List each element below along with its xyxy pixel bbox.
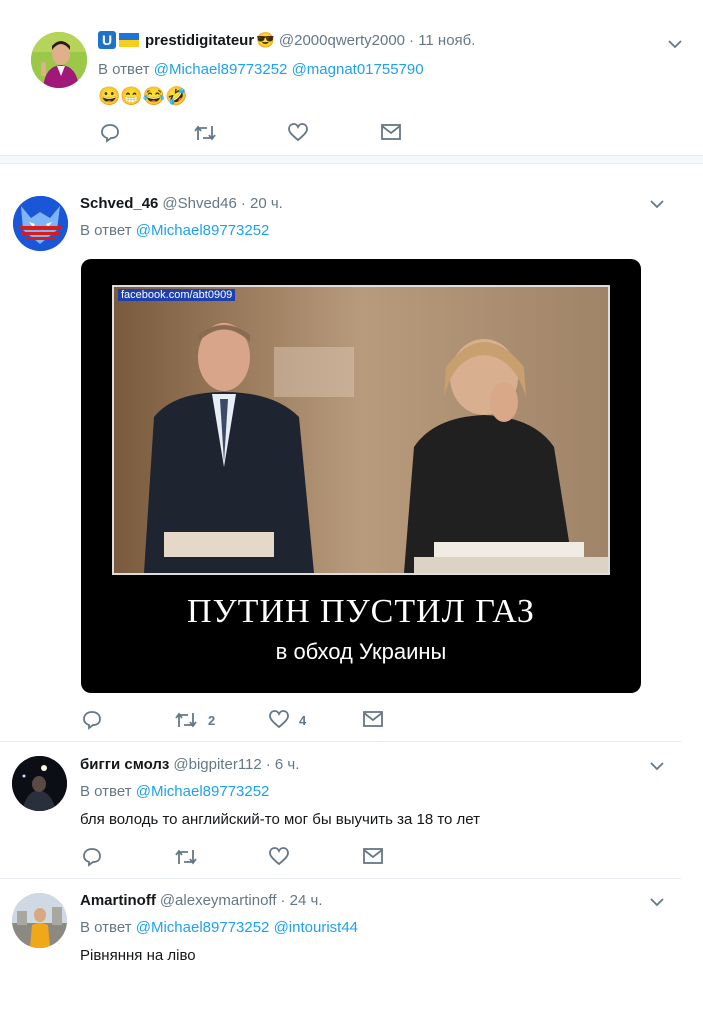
tweet[interactable]: Amartinoff @alexeymartinoff · 24 ч. В от… xyxy=(0,879,703,1027)
retweet-count: 2 xyxy=(208,712,216,728)
timestamp[interactable]: · 6 ч. xyxy=(266,756,300,773)
display-name[interactable]: Schved_46 xyxy=(80,195,158,212)
reply-context: В ответ @Michael89773252 @magnat01755790 xyxy=(98,61,424,78)
caption-line2: в обход Украины xyxy=(275,639,447,664)
heart-icon xyxy=(269,847,289,866)
person-avatar-icon xyxy=(12,893,67,948)
user-handle[interactable]: @alexeymartinoff xyxy=(160,892,277,909)
retweet-button[interactable]: 2 xyxy=(174,710,215,730)
mention-link[interactable]: @Michael89773252 xyxy=(154,61,288,78)
wolf-avatar-icon xyxy=(13,196,68,251)
tweet-actions xyxy=(82,847,402,869)
retweet-button[interactable] xyxy=(193,123,227,143)
message-button[interactable] xyxy=(363,847,383,865)
reply-icon xyxy=(83,711,101,730)
mention-link[interactable]: @Michael89773252 xyxy=(136,919,270,936)
user-handle[interactable]: @Shved46 xyxy=(162,195,236,212)
retweet-icon xyxy=(194,125,216,141)
reply-context: В ответ @Michael89773252 @intourist44 xyxy=(80,919,359,936)
like-button[interactable] xyxy=(269,847,299,867)
like-button[interactable] xyxy=(288,123,318,143)
sunglasses-emoji-icon: 😎 xyxy=(256,32,275,49)
tweet[interactable]: бигги смолз @bigpiter112 · 6 ч. В ответ … xyxy=(0,742,703,878)
tweet[interactable]: U prestidigitateur 😎 @2000qwerty2000 · 1… xyxy=(0,0,703,155)
chevron-down-icon[interactable] xyxy=(649,894,665,910)
tweet[interactable]: Schved_46 @Shved46 · 20 ч. В ответ @Mich… xyxy=(0,164,703,741)
reply-button[interactable] xyxy=(82,847,113,867)
reply-context: В ответ @Michael89773252 xyxy=(80,783,270,800)
caption-line1: ПУТИН ПУСТИЛ ГАЗ xyxy=(187,593,535,630)
display-name[interactable]: prestidigitateur xyxy=(145,32,254,49)
reply-button[interactable] xyxy=(100,123,131,143)
mention-link[interactable]: @magnat01755790 xyxy=(292,61,424,78)
message-button[interactable] xyxy=(363,710,383,728)
mention-link[interactable]: @Michael89773252 xyxy=(136,783,270,800)
reply-icon xyxy=(101,124,119,143)
avatar[interactable] xyxy=(13,196,68,251)
photo-frame: facebook.com/abt0909 xyxy=(112,285,610,575)
timestamp[interactable]: · 11 нояб. xyxy=(409,32,475,49)
tweet-actions: 2 4 xyxy=(82,710,402,732)
display-name[interactable]: Amartinoff xyxy=(80,892,156,909)
mention-link[interactable]: @intourist44 xyxy=(274,919,358,936)
tweet-text: Рівняння на ліво xyxy=(80,947,196,964)
tweet-image[interactable]: facebook.com/abt0909 ПУТИН ПУСТИЛ ГАЗ в … xyxy=(81,259,641,693)
envelope-icon xyxy=(363,711,383,727)
like-count: 4 xyxy=(299,712,307,728)
avatar[interactable] xyxy=(31,32,87,88)
avatar[interactable] xyxy=(12,893,67,948)
retweet-button[interactable] xyxy=(174,847,208,867)
retweet-icon xyxy=(175,712,197,728)
user-handle[interactable]: @2000qwerty2000 xyxy=(279,32,405,49)
reply-icon xyxy=(83,848,101,867)
user-handle[interactable]: @bigpiter112 xyxy=(173,756,261,773)
like-button[interactable]: 4 xyxy=(269,710,306,730)
reply-context: В ответ @Michael89773252 xyxy=(80,222,270,239)
u-badge-icon: U xyxy=(98,31,116,49)
chevron-down-icon[interactable] xyxy=(649,758,665,774)
man-avatar-icon xyxy=(31,32,87,88)
tweet-actions xyxy=(100,123,420,145)
photo-illustration xyxy=(114,287,608,573)
message-button[interactable] xyxy=(381,123,401,141)
chevron-down-icon[interactable] xyxy=(667,36,683,52)
envelope-icon xyxy=(363,848,383,864)
timestamp[interactable]: · 20 ч. xyxy=(241,195,283,212)
watermark: facebook.com/abt0909 xyxy=(118,289,236,301)
thread-separator xyxy=(0,155,703,164)
reply-button[interactable] xyxy=(82,710,113,730)
mention-link[interactable]: @Michael89773252 xyxy=(136,222,270,239)
retweet-icon xyxy=(175,849,197,865)
ukraine-flag-icon xyxy=(119,33,139,47)
heart-icon xyxy=(288,123,308,142)
heart-icon xyxy=(269,710,289,729)
dark-avatar-icon xyxy=(12,756,67,811)
tweet-text: бля володь то английский-то мог бы выучи… xyxy=(80,811,481,828)
chevron-down-icon[interactable] xyxy=(649,196,665,212)
timestamp[interactable]: · 24 ч. xyxy=(281,892,323,909)
envelope-icon xyxy=(381,124,401,140)
tweet-text: 😀😁😂🤣 xyxy=(98,86,188,106)
display-name[interactable]: бигги смолз xyxy=(80,756,169,773)
avatar[interactable] xyxy=(12,756,67,811)
